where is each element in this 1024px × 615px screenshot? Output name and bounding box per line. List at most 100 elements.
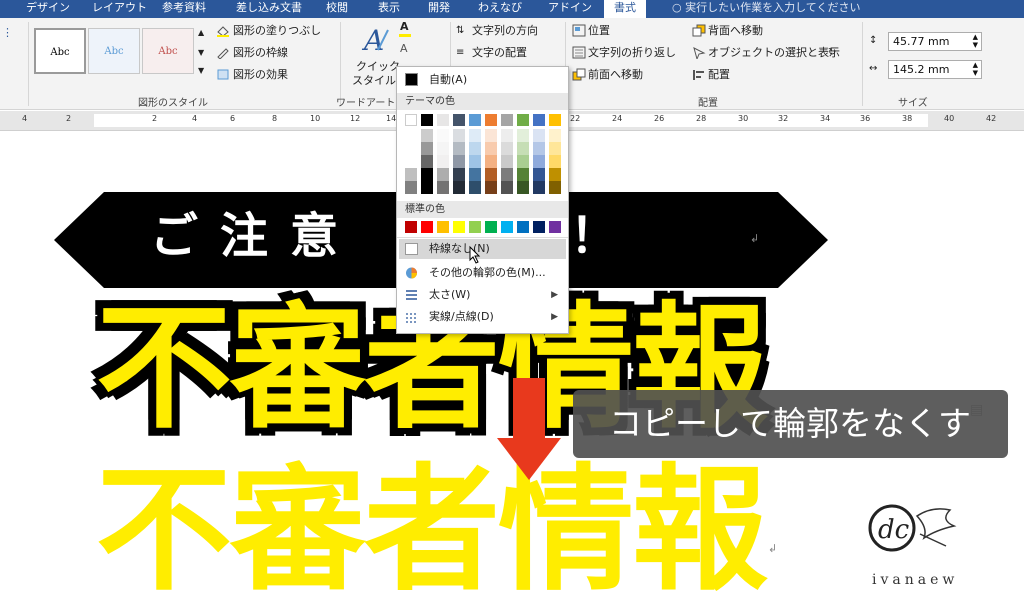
gallery-scroll-down-icon[interactable]: ▼ xyxy=(198,46,204,60)
theme-color-swatch[interactable] xyxy=(453,129,465,142)
tab-references[interactable]: 参考資料 xyxy=(162,0,206,18)
theme-color-swatch[interactable] xyxy=(453,114,465,126)
text-fill-icon[interactable]: A xyxy=(400,20,409,34)
tab-waenavi[interactable]: わえなび xyxy=(478,0,522,18)
tab-design[interactable]: デザイン xyxy=(26,0,70,18)
theme-color-swatch[interactable] xyxy=(421,181,433,194)
theme-color-swatch[interactable] xyxy=(501,142,513,155)
theme-color-swatch[interactable] xyxy=(469,142,481,155)
theme-color-swatch[interactable] xyxy=(501,129,513,142)
rotate-icon[interactable]: ↻ xyxy=(828,46,836,60)
standard-color-swatch[interactable] xyxy=(501,221,513,233)
theme-color-swatch[interactable] xyxy=(453,181,465,194)
theme-color-swatch[interactable] xyxy=(517,155,529,168)
no-outline-item[interactable]: 枠線なし(N) xyxy=(399,239,566,259)
theme-color-swatch[interactable] xyxy=(421,142,433,155)
theme-color-swatch[interactable] xyxy=(453,155,465,168)
theme-color-swatch[interactable] xyxy=(485,129,497,142)
theme-color-swatch[interactable] xyxy=(421,155,433,168)
theme-color-swatch[interactable] xyxy=(485,181,497,194)
spinner-arrows-icon[interactable]: ▲ ▼ xyxy=(973,33,978,49)
theme-color-swatch[interactable] xyxy=(485,155,497,168)
theme-color-swatch[interactable] xyxy=(533,114,545,126)
auto-color-item[interactable]: 自動(A) xyxy=(399,70,566,89)
theme-color-swatch[interactable] xyxy=(533,155,545,168)
theme-color-swatch[interactable] xyxy=(405,129,417,142)
theme-color-swatch[interactable] xyxy=(485,142,497,155)
theme-color-swatch[interactable] xyxy=(405,181,417,194)
theme-color-swatch[interactable] xyxy=(405,168,417,181)
theme-color-swatch[interactable] xyxy=(517,181,529,194)
shape-outline-button[interactable]: 図形の枠線 xyxy=(233,46,288,60)
shape-style-preset-3[interactable]: Abc xyxy=(142,28,194,74)
theme-color-swatch[interactable] xyxy=(549,114,561,126)
theme-color-swatch[interactable] xyxy=(517,168,529,181)
gallery-scroll-up-icon[interactable]: ▲ xyxy=(198,26,204,40)
theme-color-swatch[interactable] xyxy=(437,142,449,155)
weight-item[interactable]: 太さ(W) ▶ xyxy=(399,285,566,305)
theme-color-swatch[interactable] xyxy=(469,168,481,181)
quick-style-label-2[interactable]: スタイル xyxy=(352,74,396,88)
theme-color-swatch[interactable] xyxy=(405,155,417,168)
theme-color-swatch[interactable] xyxy=(453,168,465,181)
shape-fill-button[interactable]: 図形の塗りつぶし xyxy=(233,24,321,38)
theme-color-swatch[interactable] xyxy=(533,129,545,142)
tab-addins[interactable]: アドイン xyxy=(548,0,592,18)
theme-color-swatch[interactable] xyxy=(469,114,481,126)
theme-color-swatch[interactable] xyxy=(421,129,433,142)
theme-color-swatch[interactable] xyxy=(549,129,561,142)
theme-color-swatch[interactable] xyxy=(533,168,545,181)
tab-format[interactable]: 書式 xyxy=(604,0,646,18)
dashes-item[interactable]: 実線/点線(D) ▶ xyxy=(399,307,566,327)
theme-color-swatch[interactable] xyxy=(437,129,449,142)
shape-effects-button[interactable]: 図形の効果 xyxy=(233,68,288,82)
selection-pane-button[interactable]: オブジェクトの選択と表示 xyxy=(708,46,840,60)
theme-color-swatch[interactable] xyxy=(469,155,481,168)
width-field[interactable]: 145.2 mm ▲ ▼ xyxy=(888,60,982,79)
theme-color-swatch[interactable] xyxy=(437,168,449,181)
more-outline-colors-item[interactable]: その他の輪郭の色(M)... xyxy=(399,263,566,283)
tab-review[interactable]: 校閲 xyxy=(326,0,348,18)
text-direction-button[interactable]: 文字列の方向 xyxy=(472,24,538,38)
tab-mailings[interactable]: 差し込み文書 xyxy=(236,0,302,18)
theme-color-swatch[interactable] xyxy=(437,181,449,194)
theme-color-swatch[interactable] xyxy=(501,114,513,126)
standard-color-swatch[interactable] xyxy=(485,221,497,233)
gallery-more-icon[interactable]: ▼ xyxy=(198,64,204,78)
wrap-text-button[interactable]: 文字列の折り返し xyxy=(588,46,676,60)
align-button[interactable]: 配置 xyxy=(708,68,730,82)
position-button[interactable]: 位置 xyxy=(588,24,610,38)
theme-color-swatch[interactable] xyxy=(501,155,513,168)
shape-style-preset-1[interactable]: Abc xyxy=(34,28,86,74)
theme-color-swatch[interactable] xyxy=(437,114,449,126)
theme-color-swatch[interactable] xyxy=(421,168,433,181)
theme-color-swatch[interactable] xyxy=(485,114,497,126)
standard-color-swatch[interactable] xyxy=(405,221,417,233)
theme-color-swatch[interactable] xyxy=(405,142,417,155)
theme-color-swatch[interactable] xyxy=(517,114,529,126)
tell-me-box[interactable]: ○ 実行したい作業を入力してください xyxy=(672,0,860,18)
spinner-arrows-icon[interactable]: ▲ ▼ xyxy=(973,61,978,77)
theme-color-swatch[interactable] xyxy=(549,155,561,168)
shape-style-preset-2[interactable]: Abc xyxy=(88,28,140,74)
theme-color-swatch[interactable] xyxy=(437,155,449,168)
standard-color-swatch[interactable] xyxy=(437,221,449,233)
quick-style-label-1[interactable]: クイック xyxy=(356,60,400,74)
text-align-button[interactable]: 文字の配置 xyxy=(472,46,527,60)
theme-color-swatch[interactable] xyxy=(469,181,481,194)
theme-color-swatch[interactable] xyxy=(421,114,433,126)
theme-color-swatch[interactable] xyxy=(549,181,561,194)
tab-view[interactable]: 表示 xyxy=(378,0,400,18)
theme-color-swatch[interactable] xyxy=(517,129,529,142)
theme-color-swatch[interactable] xyxy=(501,168,513,181)
bring-forward-button[interactable]: 前面へ移動 xyxy=(588,68,643,82)
standard-color-swatch[interactable] xyxy=(421,221,433,233)
standard-color-swatch[interactable] xyxy=(533,221,545,233)
theme-color-swatch[interactable] xyxy=(453,142,465,155)
theme-color-swatch[interactable] xyxy=(517,142,529,155)
tab-developer[interactable]: 開発 xyxy=(428,0,450,18)
standard-color-swatch[interactable] xyxy=(549,221,561,233)
send-backward-button[interactable]: 背面へ移動 xyxy=(708,24,763,38)
theme-color-swatch[interactable] xyxy=(469,129,481,142)
edit-shape-icon[interactable]: ⋮ xyxy=(2,26,13,40)
